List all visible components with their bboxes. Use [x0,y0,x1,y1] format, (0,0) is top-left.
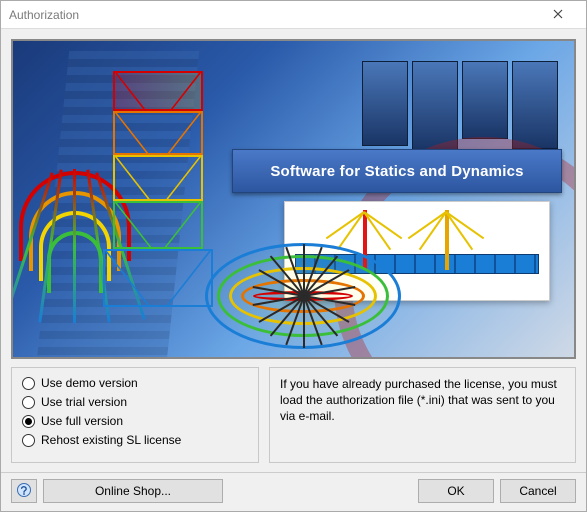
ok-button[interactable]: OK [418,479,494,503]
slogan-box: Software for Statics and Dynamics [232,149,562,193]
banner-image: Software for Statics and Dynamics [11,39,576,359]
slogan-text: Software for Statics and Dynamics [270,163,523,180]
tower-model-icon [93,71,223,321]
close-icon [553,8,563,22]
cancel-button[interactable]: Cancel [500,479,576,503]
lower-panel: Use demo version Use trial version Use ful… [11,367,576,463]
footer: Online Shop... OK Cancel [1,472,586,511]
radio-label: Use full version [41,414,123,428]
radio-icon [22,377,35,390]
radio-label: Use demo version [41,376,138,390]
radio-option[interactable]: Use trial version [22,395,248,409]
close-button[interactable] [538,3,578,27]
info-text: If you have already purchased the licens… [280,377,557,423]
radio-icon [22,415,35,428]
radio-label: Use trial version [41,395,127,409]
radio-option[interactable]: Rehost existing SL license [22,433,248,447]
disc-model-icon [203,241,403,351]
radio-option[interactable]: Use demo version [22,376,248,390]
online-shop-button[interactable]: Online Shop... [43,479,223,503]
authorization-dialog: Authorization [0,0,587,512]
radio-icon [22,434,35,447]
titlebar: Authorization [1,1,586,29]
radio-icon [22,396,35,409]
info-panel: If you have already purchased the licens… [269,367,576,463]
help-button[interactable] [11,479,37,503]
content-area: Software for Statics and Dynamics Use de… [1,29,586,472]
options-group: Use demo version Use trial version Use ful… [11,367,259,463]
radio-label: Rehost existing SL license [41,433,181,447]
radio-option[interactable]: Use full version [22,414,248,428]
window-title: Authorization [9,8,538,22]
help-icon [16,482,32,501]
